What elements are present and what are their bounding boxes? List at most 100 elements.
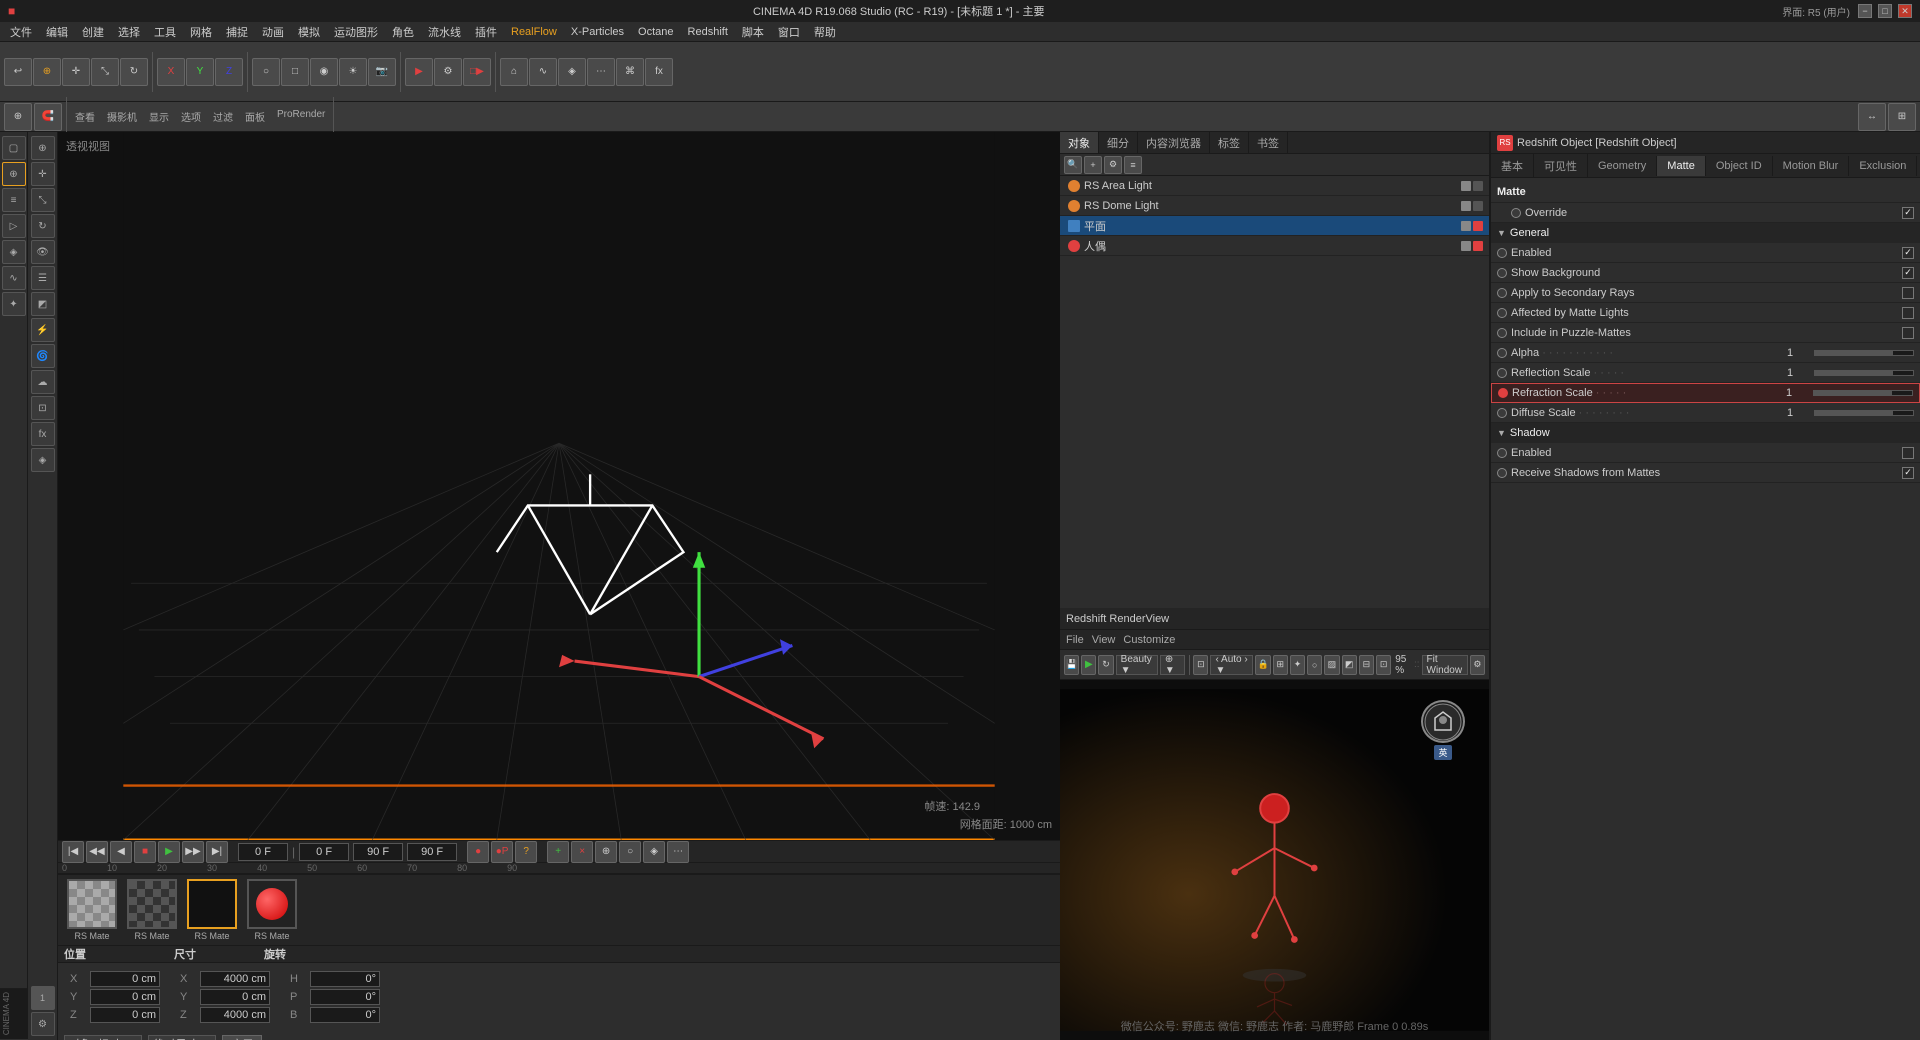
vt-gear[interactable]: ⚙ <box>31 1012 55 1036</box>
vt-mat[interactable]: ◩ <box>31 292 55 316</box>
shadow-enabled-bullet[interactable] <box>1497 448 1507 458</box>
vt-cloner[interactable]: ⊡ <box>31 396 55 420</box>
sphere-btn[interactable]: ◉ <box>310 58 338 86</box>
frame-end-btn[interactable]: ▶| <box>206 841 228 863</box>
rot-b-field[interactable] <box>310 1007 380 1023</box>
tab-motionblur[interactable]: Motion Blur <box>1773 156 1850 176</box>
camera-tool[interactable]: 摄影机 <box>103 107 141 126</box>
refraction-slider[interactable] <box>1813 390 1913 396</box>
shadow-enabled-check[interactable] <box>1902 447 1914 459</box>
vt-num[interactable]: 1 <box>31 986 55 1010</box>
eye-icon-2[interactable] <box>1461 201 1471 211</box>
anim-btn2[interactable]: ○ <box>619 841 641 863</box>
rv-lut-btn[interactable]: ▨ <box>1324 655 1339 675</box>
menu-mesh[interactable]: 网格 <box>184 22 218 42</box>
scene-item-character[interactable]: 人偶 <box>1060 236 1489 256</box>
menu-edit[interactable]: 编辑 <box>40 22 74 42</box>
tab-matte[interactable]: Matte <box>1657 156 1706 176</box>
tab-browser[interactable]: 内容浏览器 <box>1138 132 1210 153</box>
reflection-bullet[interactable] <box>1497 368 1507 378</box>
render-icon[interactable]: ◈ <box>2 240 26 264</box>
menu-window[interactable]: 窗口 <box>772 22 806 42</box>
maximize-btn[interactable]: □ <box>1878 4 1892 18</box>
frame-start-btn[interactable]: |◀ <box>62 841 84 863</box>
record-help-btn[interactable]: ? <box>515 841 537 863</box>
tab-objectid[interactable]: Object ID <box>1706 156 1773 176</box>
anim-btn1[interactable]: ⊕ <box>595 841 617 863</box>
anim-btn4[interactable]: ⋯ <box>667 841 689 863</box>
hier-sort-btn[interactable]: ≡ <box>1124 156 1142 174</box>
enabled-bullet[interactable] <box>1497 248 1507 258</box>
lock-icon-2[interactable] <box>1473 201 1483 211</box>
material-item-2[interactable]: RS Mate <box>124 879 180 941</box>
vt-sim[interactable]: 🌀 <box>31 344 55 368</box>
deform-btn[interactable]: ⌂ <box>500 58 528 86</box>
material-item-4[interactable]: RS Mate <box>244 879 300 941</box>
menu-mograph[interactable]: 运动图形 <box>328 22 384 42</box>
rv-beauty-dropdown[interactable]: Beauty ▼ <box>1116 655 1158 675</box>
tab-exclusion[interactable]: Exclusion <box>1849 156 1917 176</box>
key-add-btn[interactable]: + <box>547 841 569 863</box>
render-btn[interactable]: ▶ <box>405 58 433 86</box>
rv-view[interactable]: View <box>1092 634 1116 646</box>
z-axis-btn[interactable]: Z <box>215 58 243 86</box>
bp-icon[interactable]: ✦ <box>2 292 26 316</box>
menu-help[interactable]: 帮助 <box>808 22 842 42</box>
tab-bookmarks[interactable]: 书签 <box>1249 132 1288 153</box>
affected-bullet[interactable] <box>1497 308 1507 318</box>
next-frame-btn[interactable]: ▶▶ <box>182 841 204 863</box>
rv-auto-dropdown[interactable]: ‹ Auto › ▼ <box>1210 655 1253 675</box>
menu-redshift[interactable]: Redshift <box>682 24 734 40</box>
alpha-slider[interactable] <box>1814 350 1914 356</box>
tab-objects[interactable]: 对象 <box>1060 132 1099 153</box>
diffuse-bullet[interactable] <box>1497 408 1507 418</box>
menu-animate[interactable]: 动画 <box>256 22 290 42</box>
move-btn[interactable]: ✛ <box>62 58 90 86</box>
stop-btn[interactable]: ■ <box>134 841 156 863</box>
menu-realflow[interactable]: RealFlow <box>505 24 563 40</box>
rv-fit-dropdown[interactable]: Fit Window <box>1422 655 1468 675</box>
render-settings-btn[interactable]: ⚙ <box>434 58 462 86</box>
unit-dropdown[interactable]: 绝对尺寸 ▼ <box>148 1035 216 1040</box>
apply-sec-check[interactable] <box>1902 287 1914 299</box>
prorender-tool[interactable]: ProRender <box>273 107 329 126</box>
fx-btn[interactable]: fx <box>645 58 673 86</box>
rs-tag-2[interactable] <box>1473 241 1483 251</box>
scene-item-rs-area-light[interactable]: RS Area Light <box>1060 176 1489 196</box>
scene-icon[interactable]: ≡ <box>2 188 26 212</box>
mograph-btn[interactable]: ⋯ <box>587 58 615 86</box>
rv-grid-btn[interactable]: ⊞ <box>1273 655 1288 675</box>
override-bullet[interactable] <box>1511 208 1521 218</box>
menu-plugins[interactable]: 插件 <box>469 22 503 42</box>
rv-save2-btn[interactable]: ⊡ <box>1376 655 1391 675</box>
receive-shadows-bullet[interactable] <box>1497 468 1507 478</box>
menu-pipeline[interactable]: 流水线 <box>422 22 467 42</box>
object-icon[interactable]: ⊕ <box>2 162 26 186</box>
spline-btn[interactable]: ∿ <box>529 58 557 86</box>
anim-icon[interactable]: ▷ <box>2 214 26 238</box>
x-axis-btn[interactable]: X <box>157 58 185 86</box>
camera2-btn[interactable]: 📷 <box>368 58 396 86</box>
menu-simulate[interactable]: 模拟 <box>292 22 326 42</box>
eye-icon[interactable] <box>1461 181 1471 191</box>
viewport-3d[interactable]: Y Z X Y Z 透视视图 帧速: 142.9 网格 <box>58 132 1060 840</box>
vt-bp[interactable]: ⚡ <box>31 318 55 342</box>
tab-tags[interactable]: 标签 <box>1210 132 1249 153</box>
rv-save-btn[interactable]: 💾 <box>1064 655 1079 675</box>
vt-scale[interactable]: ⤡ <box>31 188 55 212</box>
pos-z-field[interactable] <box>90 1007 160 1023</box>
undo-btn[interactable]: ↩ <box>4 58 32 86</box>
generator-btn[interactable]: ◈ <box>558 58 586 86</box>
play-fwd-btn[interactable]: ▶ <box>158 841 180 863</box>
coord-btn1[interactable]: ↔ <box>1858 103 1886 131</box>
vt-layer[interactable]: ☰ <box>31 266 55 290</box>
close-btn[interactable]: ✕ <box>1898 4 1912 18</box>
tab-geometry[interactable]: Geometry <box>1588 156 1657 176</box>
options-tool[interactable]: 选项 <box>177 107 205 126</box>
pos-x-field[interactable] <box>90 971 160 987</box>
panel-tool[interactable]: 面板 <box>241 107 269 126</box>
apply-btn[interactable]: 应用 <box>222 1035 262 1040</box>
current-frame-field[interactable] <box>238 843 288 861</box>
rv-history-btn[interactable]: ⊟ <box>1359 655 1374 675</box>
pos-y-field[interactable] <box>90 989 160 1005</box>
